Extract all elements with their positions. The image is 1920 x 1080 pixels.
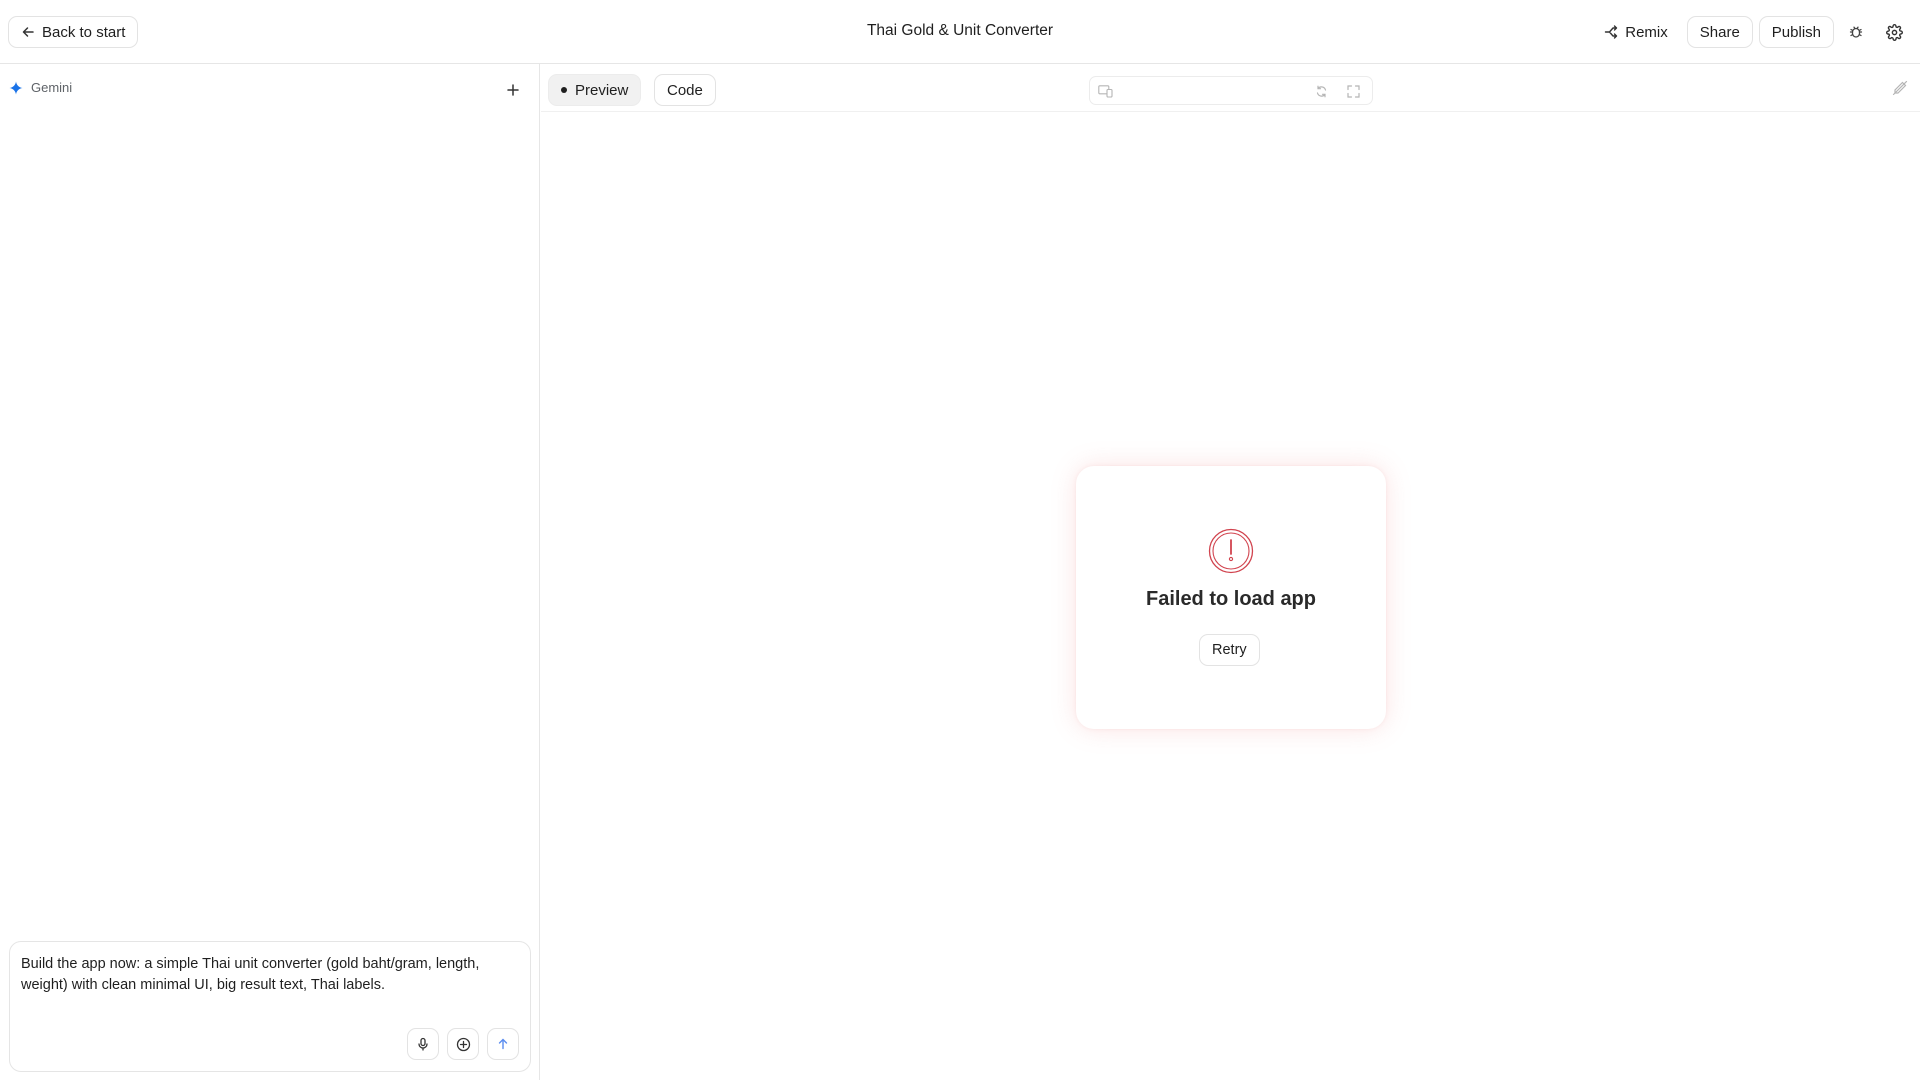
debug-button[interactable]: [1840, 16, 1872, 48]
remix-icon: [1604, 25, 1618, 39]
tab-code-label: Code: [667, 81, 703, 99]
add-circle-icon: [456, 1037, 471, 1052]
composer-actions: [407, 1028, 519, 1060]
header-actions: Remix Share Publish: [1591, 16, 1910, 48]
voice-input-button[interactable]: [407, 1028, 439, 1060]
top-bar: Back to start Thai Gold & Unit Converter…: [0, 0, 1920, 64]
send-button[interactable]: [487, 1028, 519, 1060]
sparkle-icon: [9, 81, 23, 95]
send-arrow-icon: [497, 1038, 509, 1050]
attach-button[interactable]: [447, 1028, 479, 1060]
prompt-composer[interactable]: Build the app now: a simple Thai unit co…: [9, 941, 531, 1072]
prompt-input[interactable]: Build the app now: a simple Thai unit co…: [21, 954, 514, 996]
plus-icon: [506, 83, 520, 97]
tab-preview[interactable]: Preview: [548, 74, 642, 106]
preview-toolbar: Preview Code: [541, 64, 1920, 112]
model-selector[interactable]: Gemini: [9, 80, 72, 95]
arrow-left-icon: [21, 25, 35, 39]
gear-icon: [1885, 23, 1903, 41]
model-name: Gemini: [31, 80, 73, 95]
preview-address-bar[interactable]: [1089, 76, 1373, 105]
publish-button[interactable]: Publish: [1758, 16, 1834, 48]
device-icon[interactable]: [1097, 83, 1113, 99]
fullscreen-icon[interactable]: [1345, 83, 1361, 99]
back-to-start-button[interactable]: Back to start: [8, 16, 139, 48]
edit-off-icon[interactable]: [1890, 78, 1910, 98]
active-dot-icon: [561, 87, 567, 93]
bug-icon: [1848, 24, 1864, 40]
remix-label: Remix: [1625, 23, 1668, 41]
error-circle-icon: [1208, 528, 1254, 574]
preview-panel: Preview Code Failed to load app Retry: [541, 64, 1920, 1080]
mic-icon: [416, 1037, 430, 1051]
back-to-start-label: Back to start: [42, 23, 126, 41]
share-button[interactable]: Share: [1686, 16, 1753, 48]
chat-sidebar: Gemini Build the app now: a simple Thai …: [0, 64, 540, 1080]
settings-button[interactable]: [1878, 16, 1910, 48]
retry-button[interactable]: Retry: [1199, 634, 1260, 666]
tab-preview-label: Preview: [575, 81, 629, 99]
reload-icon[interactable]: [1313, 83, 1329, 99]
error-card: Failed to load app Retry: [1076, 466, 1386, 729]
error-title: Failed to load app: [1145, 588, 1316, 610]
tab-code[interactable]: Code: [654, 74, 716, 106]
remix-button[interactable]: Remix: [1591, 16, 1681, 48]
new-chat-button[interactable]: [497, 74, 529, 106]
